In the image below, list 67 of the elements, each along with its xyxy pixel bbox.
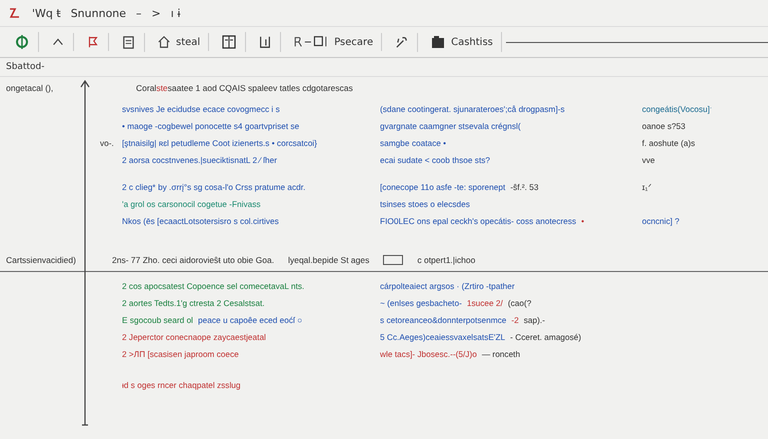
title-text: 'Wq ŧ [32,6,61,20]
code-text: s cetoreanceo&donnterpotsenmce [380,315,506,325]
code-text: wle tacs]- Jbosesc.--(5/J)o [380,349,477,359]
code-text: 2 c clieg* by .σrrį°s sg cosa-l'o Crss pratume acdr. [122,182,306,192]
code-text: ocncnic] ? [642,216,680,226]
folder-icon [430,34,446,50]
code-text: FIO0LEC ons epal ceckh's opecátis- coss anotecress [380,216,576,226]
refresh-icon [14,34,30,50]
code-text: lyeqal.bepide St ages [288,255,370,265]
path-text: Sbattod- [6,62,44,72]
code-text: samgbe coatace • [380,138,446,148]
code-text: 'a grol os carsonocil cogetue -Fnivass [122,199,261,209]
code-text: -2 [511,315,519,325]
code-text: (cao(? [508,298,532,308]
code-text: peace u capoêe eced eoćſ ○ [198,315,302,325]
document-icon [121,34,136,50]
code-text: vo-. [100,138,114,148]
code-text: Nkos (ēs [ecaactLotsotersisro s col.cirtives [122,216,279,226]
toolbar-button[interactable]: Psecare [285,33,382,51]
code-text: 2 aortes Tedts.1'g ctresta 2 Cesalstsat. [122,298,265,308]
code-text: ᵻd s oges rncer chaqpatel zsslug [122,380,241,390]
title-text: – [136,6,142,20]
code-text: sap).- [524,315,545,325]
code-text: ~ (enlses gesbacheto- [380,298,462,308]
home-icon [157,35,171,49]
code-text: 2 >ЛП [scasisen japroom coece [122,349,239,359]
toolbar-button[interactable]: steal [149,33,210,51]
code-text: 5 Cc.Aeges)ceaiessvaxelsatsE'ZL [380,332,506,342]
code-text: ɪ₁ᐟ [642,182,651,192]
code-text: [conecope 11o asfe -te: sporenept [380,182,506,192]
code-text: svsnives Je ecidudse ecace covogmecc i s [122,104,280,114]
code-text: — ronceth [482,349,520,359]
code-text: ste [156,83,168,93]
code-text: vve [642,155,655,165]
code-text: -ŝf.². 53 [510,182,538,192]
checkbox[interactable] [383,255,404,265]
code-text: 2ns- 77 Zho. ceci aidorovieŝŧ uto obie Goa. [112,255,274,265]
code-text: • [581,216,584,226]
code-text: Coral [136,83,156,93]
code-text: 2 Jeperctor conecnaope zaycaestjeatal [122,332,266,342]
wrench-icon [394,34,410,50]
code-text: 2 aorsa cocstnvenes.|sueciktisnatL 2 ⁄ ſher [122,155,277,165]
code-text: f. aoshute (a)s [642,138,696,148]
code-text: gvargnate caamgner stsevala crégnsl( [380,121,521,131]
code-text: congeátis(Vocosu]ˑ [642,104,712,114]
code-text: ecai sudate < coob thsoe sts? [380,155,490,165]
code-text: oanoe s?53 [642,121,686,131]
code-text: tsinses stoes o elecsdes [380,199,470,209]
code-text: 2 cos apocsatest Copoence sel comecetavaL nts. [122,281,304,291]
section-label: Cartssienvacidied) [6,255,76,265]
code-text: - Cceret. amagosé) [510,332,582,342]
toolbar-button[interactable]: Cashtiss [422,32,502,52]
code-text: saatee 1 aod CQAIS spaleev tatles cdgotarescas [168,83,353,93]
title-text: ı ɨ [170,6,180,20]
code-text: 1sucee 2/ [466,298,503,308]
code-text: E sgocoub seard ol [122,315,194,325]
flag-icon [86,35,100,49]
code-text: cárpolteaiect argsos · (Zrtiro -tpather [380,281,515,291]
code-text: [ştnaisilg| ʀɛl petudleme Coot izienerts.s • corcsatcoi} [122,138,318,148]
code-text: (sdane cootingerat. sjunarateroes';cå drogpasm]-s [380,104,565,114]
bracket-icon [258,34,272,50]
title-text: > [152,6,161,20]
section-label: ongetacal (), [6,83,54,93]
app-logo-icon [8,6,22,20]
title-text: Snunnone [70,6,126,20]
code-text: • maoge -cogbewel ponocette s4 goartvpriset se [122,121,300,131]
code-text: c otpert1.|ichoo [417,255,476,265]
